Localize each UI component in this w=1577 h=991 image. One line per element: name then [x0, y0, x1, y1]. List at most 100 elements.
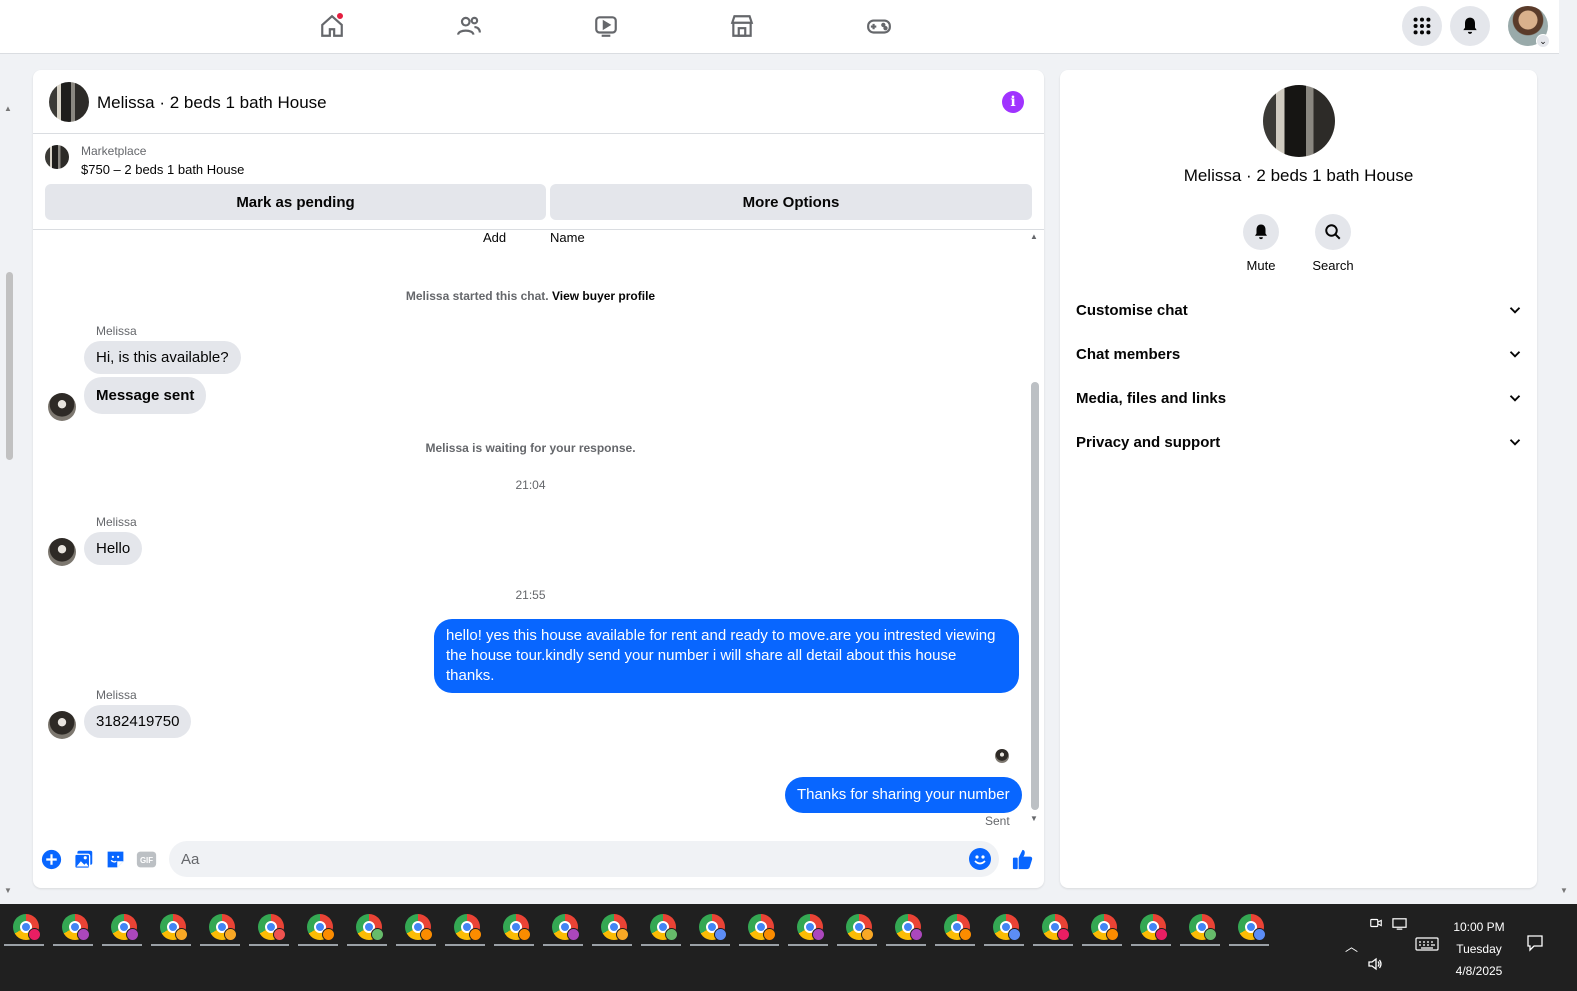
chrome-taskbar-button[interactable]: [200, 914, 240, 950]
plus-icon[interactable]: [40, 848, 62, 870]
chrome-taskbar-button[interactable]: [935, 914, 975, 950]
chat-scrollbar-thumb[interactable]: [1031, 382, 1039, 810]
chrome-taskbar-button[interactable]: [690, 914, 730, 950]
mark-as-pending-button[interactable]: Mark as pending: [45, 184, 546, 220]
chat-scrollbar[interactable]: ▲ ▼: [1029, 230, 1041, 828]
chrome-taskbar-button[interactable]: [543, 914, 583, 950]
chevron-up-icon[interactable]: ︿: [1345, 936, 1358, 955]
home-icon[interactable]: [316, 12, 348, 40]
accordion-privacy-support[interactable]: Privacy and support: [1076, 427, 1524, 457]
notification-center-icon[interactable]: [1526, 934, 1544, 955]
listing-avatar[interactable]: [49, 82, 89, 122]
gif-icon[interactable]: GIF: [135, 848, 157, 870]
chrome-taskbar-button[interactable]: [641, 914, 681, 950]
right-scroll-down-arrow-icon[interactable]: ▼: [1560, 886, 1568, 895]
meet-now-icon[interactable]: [1369, 916, 1383, 933]
timestamp: 21:55: [515, 588, 546, 602]
thumbs-up-icon[interactable]: [1010, 847, 1034, 871]
sticker-icon[interactable]: [104, 848, 126, 870]
mute-label: Mute: [1246, 258, 1276, 273]
running-indicator: [4, 944, 44, 946]
incoming-message[interactable]: Message sent: [84, 377, 207, 414]
video-icon[interactable]: [590, 12, 622, 40]
scroll-down-arrow-icon[interactable]: ▼: [1030, 814, 1038, 823]
scroll-up-arrow-icon[interactable]: ▲: [4, 104, 12, 113]
sender-avatar[interactable]: [48, 711, 76, 739]
network-icon[interactable]: [1392, 916, 1407, 934]
chrome-taskbar-button[interactable]: [53, 914, 93, 950]
profile-badge-icon: [1057, 928, 1070, 941]
chrome-taskbar-button[interactable]: [1229, 914, 1269, 950]
chrome-taskbar-button[interactable]: [494, 914, 534, 950]
chrome-taskbar-button[interactable]: [249, 914, 289, 950]
chrome-taskbar-button[interactable]: [445, 914, 485, 950]
seen-receipt-avatar: [995, 749, 1009, 763]
sender-avatar[interactable]: [48, 393, 76, 421]
listing-thumbnail[interactable]: [45, 145, 69, 169]
chrome-taskbar-button[interactable]: [151, 914, 191, 950]
chat-title[interactable]: Melissa · 2 beds 1 bath House: [97, 93, 327, 113]
add-label[interactable]: Add: [483, 230, 506, 245]
notifications-button[interactable]: [1450, 6, 1490, 46]
sender-name: Melissa: [96, 324, 137, 338]
mute-button[interactable]: Mute: [1231, 214, 1291, 273]
scroll-up-arrow-icon[interactable]: ▲: [1030, 232, 1038, 241]
profile-badge-icon: [567, 928, 580, 941]
incoming-message[interactable]: 3182419750: [84, 705, 192, 738]
chrome-taskbar-button[interactable]: [984, 914, 1024, 950]
listing-price[interactable]: $750 – 2 beds 1 bath House: [81, 162, 244, 177]
chrome-taskbar-button[interactable]: [4, 914, 44, 950]
page-scrollbar-thumb[interactable]: [6, 272, 13, 460]
more-options-button[interactable]: More Options: [550, 184, 1032, 220]
chrome-taskbar-button[interactable]: [1033, 914, 1073, 950]
profile-avatar[interactable]: ⌄: [1508, 6, 1550, 48]
friends-icon[interactable]: [453, 12, 485, 40]
incoming-message[interactable]: Hi, is this available?: [84, 341, 241, 374]
accordion-media-files-links[interactable]: Media, files and links: [1076, 383, 1524, 413]
chrome-taskbar-button[interactable]: [788, 914, 828, 950]
accordion-customise-chat[interactable]: Customise chat: [1076, 295, 1524, 325]
waiting-notice: Melissa is waiting for your response.: [425, 441, 636, 455]
listing-avatar-large[interactable]: [1263, 85, 1335, 157]
photo-icon[interactable]: [72, 848, 94, 870]
svg-text:GIF: GIF: [139, 856, 152, 865]
emoji-icon[interactable]: [969, 848, 991, 870]
message-input[interactable]: [169, 841, 949, 877]
chrome-taskbar-button[interactable]: [298, 914, 338, 950]
name-label[interactable]: Name: [550, 230, 585, 245]
profile-badge-icon: [910, 928, 923, 941]
message-input-field[interactable]: [169, 841, 999, 877]
outgoing-message[interactable]: hello! yes this house available for rent…: [434, 619, 1019, 693]
profile-badge-icon: [28, 928, 41, 941]
chrome-taskbar-button[interactable]: [739, 914, 779, 950]
search-button[interactable]: Search: [1303, 214, 1363, 273]
info-icon[interactable]: i: [1002, 91, 1024, 113]
chrome-taskbar-button[interactable]: [1082, 914, 1122, 950]
chrome-taskbar-button[interactable]: [347, 914, 387, 950]
outgoing-message[interactable]: Thanks for sharing your number: [785, 777, 1022, 813]
incoming-message[interactable]: Hello: [84, 532, 143, 565]
keyboard-icon[interactable]: [1415, 936, 1439, 955]
chrome-taskbar-button[interactable]: [592, 914, 632, 950]
menu-grid-button[interactable]: [1402, 6, 1442, 46]
marketplace-icon[interactable]: [726, 12, 758, 40]
chrome-taskbar-button[interactable]: [837, 914, 877, 950]
gaming-icon[interactable]: [863, 12, 895, 40]
profile-badge-icon: [812, 928, 825, 941]
volume-icon[interactable]: [1367, 956, 1383, 975]
menu-grid-icon: [1413, 17, 1431, 35]
page-scrollbar[interactable]: ▲ ▼: [0, 54, 16, 904]
chrome-taskbar-button[interactable]: [396, 914, 436, 950]
scroll-down-arrow-icon[interactable]: ▼: [4, 886, 12, 895]
running-indicator: [1131, 944, 1171, 946]
chrome-taskbar-button[interactable]: [1180, 914, 1220, 950]
marketplace-listing-bar: Marketplace $750 – 2 beds 1 bath House M…: [33, 134, 1044, 230]
view-buyer-profile-link[interactable]: View buyer profile: [552, 289, 655, 303]
accordion-chat-members[interactable]: Chat members: [1076, 339, 1524, 369]
system-clock[interactable]: 10:00 PM Tuesday 4/8/2025: [1440, 916, 1518, 982]
chrome-taskbar-button[interactable]: [102, 914, 142, 950]
sender-avatar[interactable]: [48, 538, 76, 566]
chrome-taskbar-button[interactable]: [1131, 914, 1171, 950]
chrome-taskbar-button[interactable]: [886, 914, 926, 950]
chevron-down-icon: [1509, 307, 1521, 314]
